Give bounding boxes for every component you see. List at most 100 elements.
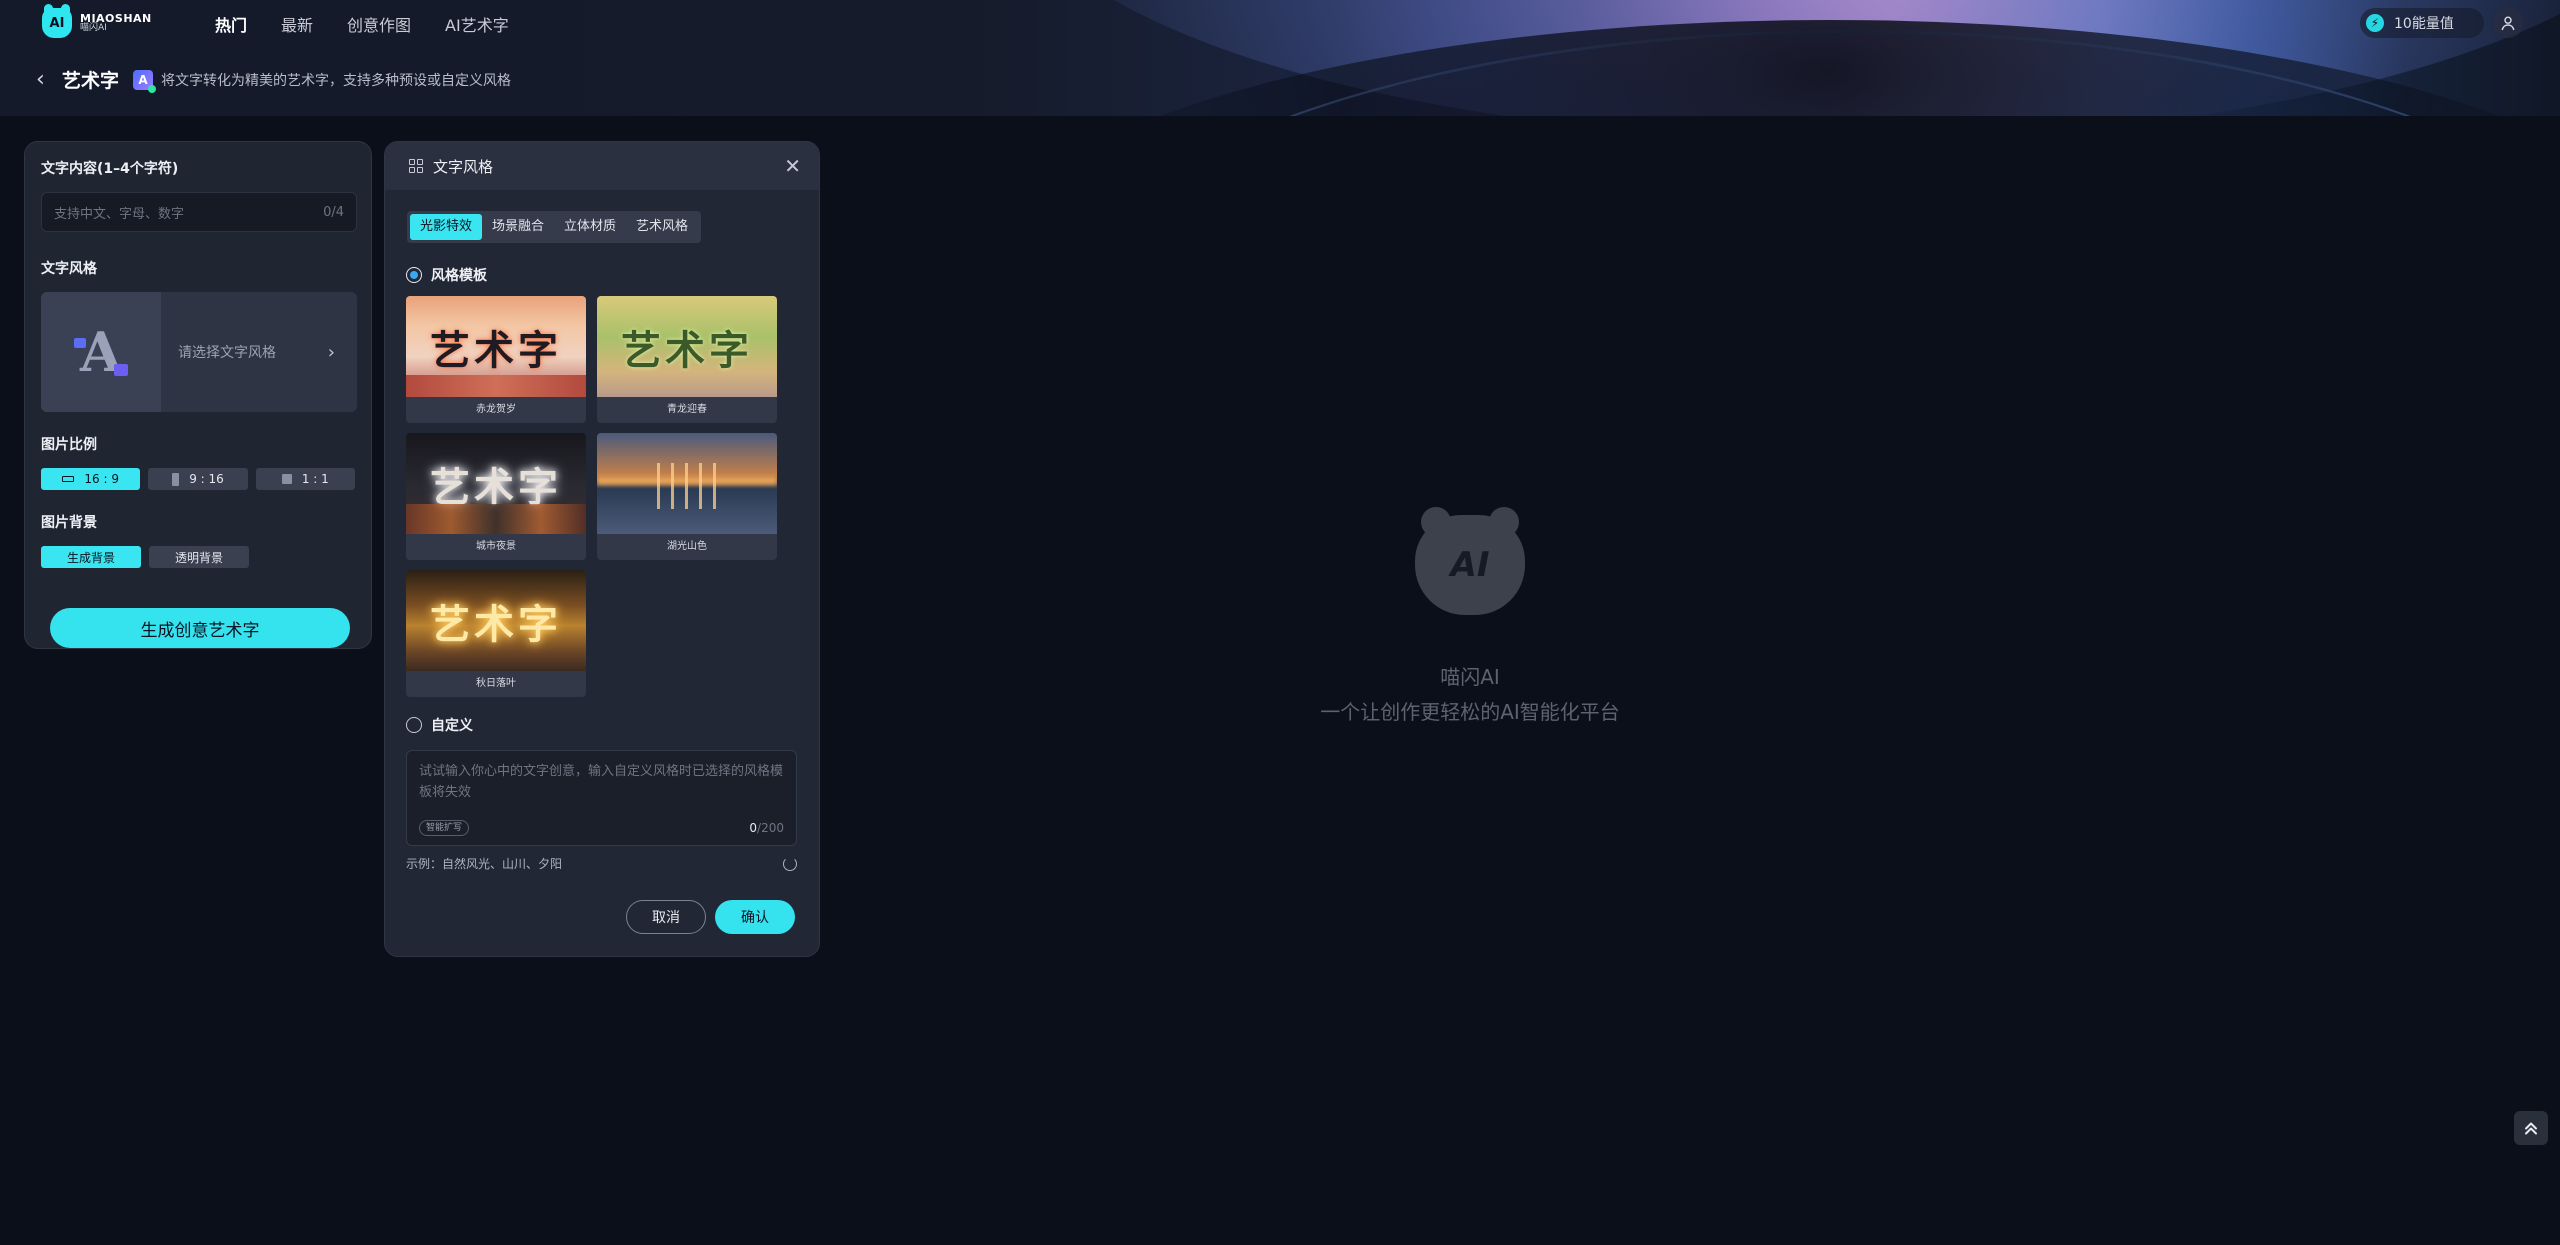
text-content-label: 文字内容(1–4个字符)	[41, 161, 179, 177]
chevron-right-icon: ›	[327, 341, 335, 363]
smart-expand-button[interactable]: 智能扩写	[419, 820, 470, 836]
nav-item-ai-art-text[interactable]: AI艺术字	[445, 12, 509, 36]
template-card[interactable]: 艺术字 秋日落叶	[406, 570, 586, 697]
page-subbar: ‹ 艺术字 A 将文字转化为精美的艺术字，支持多种预设或自定义风格	[36, 66, 511, 93]
template-image: 艺术字	[406, 570, 586, 671]
template-image: 艺术字	[406, 433, 586, 534]
generate-art-text-button[interactable]: 生成创意艺术字	[50, 608, 350, 648]
empty-state: AI 喵闪AI 一个让创作更轻松的AI智能化平台	[1300, 507, 1640, 725]
dialog-title: 文字风格	[433, 157, 494, 176]
ratio-9-16-button[interactable]: 9 : 16	[148, 468, 248, 490]
scroll-to-top-button[interactable]	[2514, 1111, 2548, 1145]
text-style-label: 文字风格	[41, 261, 97, 277]
template-card[interactable]: 湖光山色	[597, 433, 777, 560]
ratio-16-9-button[interactable]: 16 : 9	[41, 468, 141, 490]
preset-label: 风格模板	[431, 268, 487, 284]
settings-panel: 文字内容(1–4个字符) 支持中文、字母、数字 0/4 文字风格 A 请选择文字…	[24, 141, 372, 649]
nav-item-creative-drawing[interactable]: 创意作图	[347, 12, 411, 36]
back-arrow-icon[interactable]: ‹	[36, 67, 58, 92]
example-text: 示例：自然风光、山川、夕阳	[406, 857, 563, 871]
template-glyph: 艺术字	[430, 600, 562, 648]
template-glyph: 艺术字	[621, 326, 753, 374]
art-letter-icon: A	[74, 320, 128, 384]
energy-label: 10能量值	[2394, 16, 2454, 32]
confirm-button[interactable]: 确认	[715, 900, 795, 934]
custom-label: 自定义	[431, 718, 473, 734]
square-icon	[281, 474, 292, 484]
ratio-9-16-label: 9 : 16	[189, 472, 224, 486]
empty-logo-text: AI	[1450, 545, 1490, 585]
char-count-max: /200	[757, 821, 784, 835]
char-counter: 0/200	[749, 821, 784, 835]
empty-state-slogan: 一个让创作更轻松的AI智能化平台	[1320, 700, 1620, 724]
art-text-icon: A	[133, 69, 157, 93]
background-label: 图片背景	[41, 515, 97, 531]
custom-option: 自定义	[406, 715, 473, 735]
cancel-button[interactable]: 取消	[626, 900, 706, 934]
custom-radio[interactable]	[406, 717, 422, 733]
lightning-icon: ⚡	[2366, 14, 2384, 32]
template-image: 艺术字	[406, 296, 586, 397]
nav-item-hot[interactable]: 热门	[215, 12, 247, 36]
text-content-placeholder: 支持中文、字母、数字	[54, 206, 185, 222]
tab-scene-fusion[interactable]: 场景融合	[482, 214, 554, 240]
logo-mark-text: AI	[49, 15, 65, 31]
style-thumbnail: A	[41, 292, 161, 412]
dialog-header: 文字风格 ✕	[385, 142, 819, 190]
refresh-icon[interactable]	[783, 856, 797, 871]
text-content-count: 0/4	[323, 204, 344, 220]
template-grid: 艺术字 赤龙贺岁 艺术字 青龙迎春 艺术字 城市夜景 湖光山色 艺术字 秋日落叶	[406, 296, 777, 697]
custom-style-textarea[interactable]: 试试输入你心中的文字创意，输入自定义风格时已选择的风格模板将失效 智能扩写 0/…	[406, 750, 797, 846]
style-category-tabs: 光影特效 场景融合 立体材质 艺术风格	[407, 211, 702, 243]
template-card[interactable]: 艺术字 城市夜景	[406, 433, 586, 560]
custom-style-placeholder: 试试输入你心中的文字创意，输入自定义风格时已选择的风格模板将失效	[419, 764, 784, 800]
template-image	[597, 433, 777, 534]
ratio-1-1-label: 1 : 1	[301, 472, 329, 486]
text-style-placeholder: 请选择文字风格	[178, 345, 276, 361]
page-title: 艺术字	[62, 70, 120, 92]
portrait-icon	[172, 472, 180, 486]
template-glyph: 艺术字	[430, 463, 562, 511]
page-description: 将文字转化为精美的艺术字，支持多种预设或自定义风格	[161, 72, 512, 89]
generate-background-button[interactable]: 生成背景	[41, 546, 141, 568]
energy-balance-button[interactable]: ⚡ 10能量值	[2360, 8, 2484, 38]
template-card[interactable]: 艺术字 赤龙贺岁	[406, 296, 586, 423]
background-options: 生成背景 透明背景	[41, 546, 355, 568]
close-icon[interactable]: ✕	[784, 154, 801, 178]
app-logo[interactable]: AI MIAOSHAN 喵闪AI	[42, 4, 152, 38]
user-icon	[2501, 16, 2515, 31]
template-image: 艺术字	[597, 296, 777, 397]
cat-logo-icon: AI	[1415, 507, 1525, 615]
main-nav: 热门 最新 创意作图 AI艺术字	[215, 12, 509, 36]
aspect-ratio-label: 图片比例	[41, 437, 97, 453]
preset-option: 风格模板	[406, 265, 487, 285]
template-card[interactable]: 艺术字 青龙迎春	[597, 296, 777, 423]
text-content-input[interactable]: 支持中文、字母、数字 0/4	[41, 192, 357, 232]
text-style-picker[interactable]: A 请选择文字风格 ›	[41, 292, 357, 412]
template-caption: 青龙迎春	[667, 404, 707, 415]
template-caption: 城市夜景	[476, 541, 516, 552]
char-count-current: 0	[749, 821, 758, 835]
aspect-ratio-options: 16 : 9 9 : 16 1 : 1	[41, 468, 355, 490]
empty-state-name: 喵闪AI	[1440, 665, 1500, 689]
logo-mark-icon: AI	[42, 4, 72, 38]
tab-art-style[interactable]: 艺术风格	[626, 214, 698, 240]
tab-3d-material[interactable]: 立体材质	[554, 214, 626, 240]
template-glyph: 艺术字	[430, 326, 562, 374]
grid-icon	[409, 159, 423, 173]
tab-light-effects[interactable]: 光影特效	[410, 214, 483, 240]
template-caption: 湖光山色	[667, 541, 707, 552]
transparent-background-button[interactable]: 透明背景	[149, 546, 249, 568]
template-caption: 赤龙贺岁	[476, 404, 516, 415]
text-style-placeholder-row: 请选择文字风格 ›	[161, 292, 357, 412]
preset-radio[interactable]	[406, 267, 422, 283]
ratio-16-9-label: 16 : 9	[84, 472, 119, 486]
user-avatar-button[interactable]	[2493, 8, 2523, 38]
text-style-dialog: 文字风格 ✕ 光影特效 场景融合 立体材质 艺术风格 风格模板 艺术字 赤龙贺岁…	[384, 141, 820, 957]
nav-item-latest[interactable]: 最新	[281, 12, 313, 36]
top-header: AI MIAOSHAN 喵闪AI 热门 最新 创意作图 AI艺术字 ⚡ 10能量…	[0, 0, 2560, 116]
template-caption: 秋日落叶	[476, 678, 516, 689]
landscape-icon	[62, 476, 75, 482]
logo-text: MIAOSHAN 喵闪AI	[80, 12, 152, 34]
ratio-1-1-button[interactable]: 1 : 1	[255, 468, 355, 490]
